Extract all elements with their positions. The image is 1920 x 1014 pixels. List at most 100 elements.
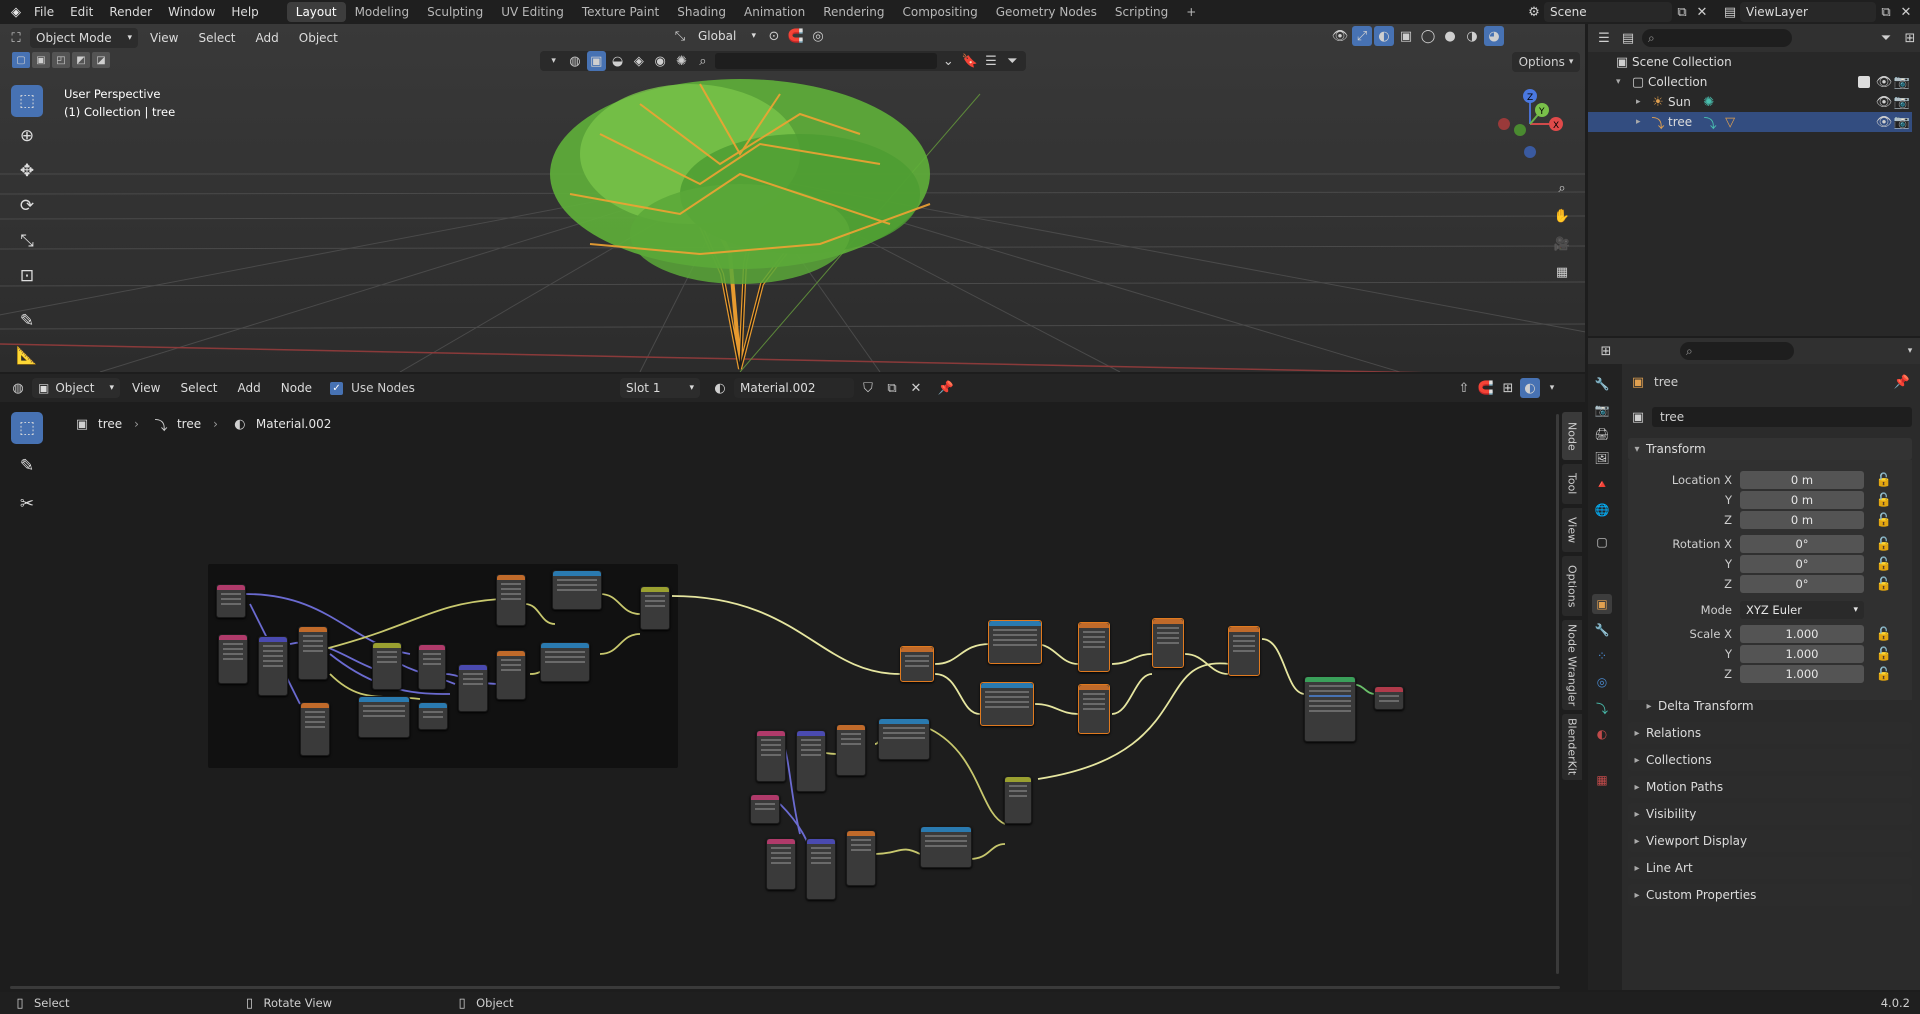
outliner-row-tree[interactable]: ▸ ⤵ tree ⤵ ▽ 👁 📷: [1588, 112, 1912, 132]
viewport-menu-view[interactable]: View: [142, 26, 186, 50]
scale-x-field[interactable]: 1.000: [1740, 625, 1864, 643]
scene-icon[interactable]: ⚙: [1524, 2, 1544, 22]
texture-icon[interactable]: ◈: [629, 51, 648, 71]
view-layer-icon[interactable]: ▤: [1720, 2, 1740, 22]
workspace-tab-modeling[interactable]: Modeling: [346, 2, 419, 22]
rotation-x-field[interactable]: 0°: [1740, 535, 1864, 553]
outliner-editor-icon[interactable]: ☰: [1594, 28, 1614, 48]
checkbox-icon[interactable]: [1858, 76, 1870, 88]
bookmark-icon[interactable]: 🔖: [960, 51, 979, 71]
blender-logo-icon[interactable]: ◈: [6, 2, 26, 22]
pan-hand-icon[interactable]: ✋: [1552, 206, 1572, 226]
menu-file[interactable]: File: [26, 0, 62, 24]
workspace-tab-shading[interactable]: Shading: [668, 2, 735, 22]
3d-viewport[interactable]: ⛶ Object Mode ▾ View Select Add Object ⤡ …: [0, 24, 1585, 372]
ortho-grid-icon[interactable]: ▦: [1552, 262, 1572, 282]
shader-node[interactable]: [756, 730, 786, 782]
workspace-tab-compositing[interactable]: Compositing: [893, 2, 986, 22]
menu-render[interactable]: Render: [101, 0, 160, 24]
workspace-tab-scripting[interactable]: Scripting: [1106, 2, 1177, 22]
object-browse-icon[interactable]: ▣: [1628, 407, 1648, 427]
physics-tab-icon[interactable]: ◎: [1592, 672, 1612, 692]
view-layer-tab-icon[interactable]: 🖼: [1592, 448, 1612, 468]
visibility-icon[interactable]: 👁: [1330, 26, 1350, 46]
shader-node[interactable]: [358, 696, 410, 738]
orientation-dropdown[interactable]: Global ▾: [692, 26, 762, 46]
chevron-down-icon[interactable]: ▾: [544, 51, 563, 71]
horizontal-scrollbar[interactable]: [10, 986, 1560, 989]
constraints-tab-icon[interactable]: ⤵: [1592, 698, 1612, 718]
particles-tab-icon[interactable]: ⁘: [1592, 646, 1612, 666]
hdri-icon[interactable]: ✺: [672, 51, 691, 71]
location-x-field[interactable]: 0 m: [1740, 471, 1864, 489]
move-tool[interactable]: ✥: [11, 155, 43, 187]
shader-node[interactable]: [418, 702, 448, 730]
shader-node[interactable]: [806, 838, 836, 900]
lock-icon[interactable]: 🔓: [1874, 664, 1894, 684]
node-editor[interactable]: ◍ ▣ Object ▾ View Select Add Node ✓ Use No…: [0, 374, 1585, 990]
shader-node[interactable]: [640, 586, 670, 630]
select-mode-new-icon[interactable]: ▢: [12, 52, 30, 68]
output-tab-icon[interactable]: 🖨: [1592, 424, 1612, 444]
lock-icon[interactable]: 🔓: [1874, 554, 1894, 574]
lock-icon[interactable]: 🔓: [1874, 624, 1894, 644]
lock-icon[interactable]: 🔓: [1874, 490, 1894, 510]
editor-type-icon[interactable]: ⛶: [6, 28, 26, 48]
outliner-row-scene-collection[interactable]: ▣ Scene Collection: [1588, 52, 1912, 72]
workspace-tab-geometry-nodes[interactable]: Geometry Nodes: [987, 2, 1106, 22]
material-output-node[interactable]: [1374, 686, 1404, 710]
shader-node[interactable]: [496, 650, 526, 700]
shader-node[interactable]: [1078, 684, 1110, 734]
rendered-shading-icon[interactable]: ◕: [1484, 26, 1504, 46]
collection-tab-icon[interactable]: ▢: [1592, 532, 1612, 552]
delta-transform-subpanel[interactable]: ▸ Delta Transform: [1640, 696, 1912, 716]
texture-tab-icon[interactable]: ▦: [1592, 770, 1612, 790]
proportional-edit-icon[interactable]: ◎: [808, 26, 828, 46]
eye-icon[interactable]: 👁: [1874, 112, 1894, 132]
sphere-icon[interactable]: ◒: [608, 51, 627, 71]
camera-icon[interactable]: 📷: [1892, 92, 1912, 112]
material-shading-icon[interactable]: ◑: [1462, 26, 1482, 46]
outliner-row-sun[interactable]: ▸ ☀ Sun ✺ 👁 📷: [1588, 92, 1912, 112]
shader-node[interactable]: [300, 702, 330, 756]
tool-tab-icon[interactable]: 🔧: [1592, 374, 1612, 394]
shader-node[interactable]: [218, 634, 248, 684]
chevron-down-icon[interactable]: ▾: [1900, 341, 1920, 361]
workspace-tab-texture-paint[interactable]: Texture Paint: [573, 2, 668, 22]
shader-node[interactable]: [846, 830, 876, 886]
viewport-search-field[interactable]: [714, 53, 937, 69]
scene-selector[interactable]: Scene: [1544, 2, 1672, 22]
shader-node[interactable]: [1152, 618, 1184, 668]
shader-node[interactable]: [796, 730, 826, 792]
custom-properties-panel[interactable]: ▸ Custom Properties: [1628, 884, 1912, 906]
scene-tab-icon[interactable]: 🔺: [1592, 474, 1612, 494]
select-mode-extend-icon[interactable]: ▣: [32, 52, 50, 68]
workspace-tab-animation[interactable]: Animation: [735, 2, 814, 22]
lock-icon[interactable]: 🔓: [1874, 470, 1894, 490]
camera-view-icon[interactable]: 🎥: [1552, 234, 1572, 254]
material-tab-icon[interactable]: ◐: [1592, 724, 1612, 744]
viewport-menu-object[interactable]: Object: [291, 26, 346, 50]
annotate-tool[interactable]: ✎: [11, 305, 43, 337]
relations-panel[interactable]: ▸ Relations: [1628, 722, 1912, 744]
wireframe-shading-icon[interactable]: ◯: [1418, 26, 1438, 46]
shader-node[interactable]: [920, 826, 972, 868]
camera-icon[interactable]: 📷: [1892, 72, 1912, 92]
viewport-menu-select[interactable]: Select: [190, 26, 243, 50]
xray-icon[interactable]: ▣: [1396, 26, 1416, 46]
zoom-icon[interactable]: ⌕: [1552, 178, 1572, 198]
shader-node[interactable]: [298, 626, 328, 680]
pivot-point-icon[interactable]: ⊙: [764, 26, 784, 46]
transform-panel-header[interactable]: ▾ Transform: [1628, 438, 1912, 460]
scale-y-field[interactable]: 1.000: [1740, 645, 1864, 663]
shading-ball-icon[interactable]: ◍: [565, 51, 584, 71]
workspace-tab-layout[interactable]: Layout: [286, 2, 346, 22]
line-art-panel[interactable]: ▸ Line Art: [1628, 857, 1912, 879]
location-y-field[interactable]: 0 m: [1740, 491, 1864, 509]
new-scene-icon[interactable]: ⧉: [1672, 2, 1692, 22]
viewport-display-panel[interactable]: ▸ Viewport Display: [1628, 830, 1912, 852]
shader-node[interactable]: [836, 724, 866, 776]
chevron-icon[interactable]: ⌄: [939, 51, 958, 71]
shader-node[interactable]: [372, 642, 402, 690]
filter-icon[interactable]: ⏷: [1003, 51, 1022, 71]
